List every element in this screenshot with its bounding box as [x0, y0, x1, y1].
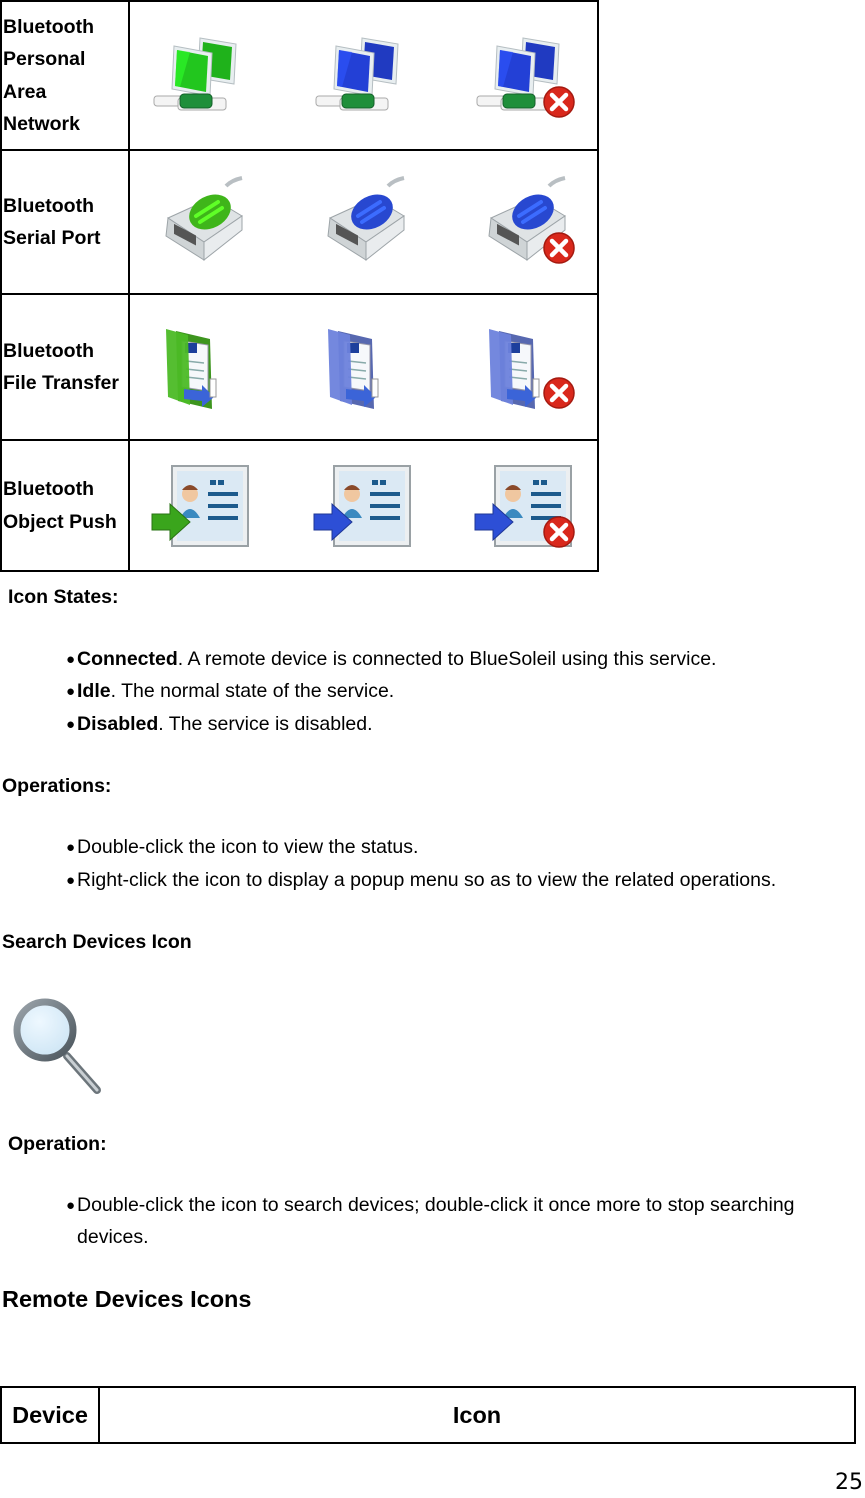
label-line: Bluetooth	[3, 478, 94, 500]
file-transfer-disabled-icon	[471, 317, 581, 417]
bullet-icon: ●	[66, 1197, 76, 1214]
list-item: Right-click the icon to display a popup …	[77, 869, 777, 891]
list-item: Disabled. The service is disabled.	[77, 708, 373, 740]
pan-disabled-icon	[471, 26, 581, 126]
file-transfer-connected-icon	[148, 317, 258, 417]
page-number: 25	[835, 1470, 863, 1495]
list-item: Double-click the icon to search devices;…	[77, 1189, 795, 1253]
pan-connected-icon	[148, 26, 258, 126]
service-label: Bluetooth Object Push	[0, 439, 130, 572]
list-item-line: devices.	[77, 1226, 149, 1248]
service-label: Bluetooth File Transfer	[0, 293, 130, 441]
list-item: Double-click the icon to view the status…	[77, 836, 419, 858]
list-item: Connected. A remote device is connected …	[77, 643, 716, 675]
label-line: Network	[3, 113, 80, 135]
label-line: Area	[3, 80, 47, 103]
object-push-idle-icon	[310, 456, 420, 556]
operation-heading: Operation:	[8, 1133, 107, 1155]
icon-states-heading: Icon States:	[8, 586, 119, 608]
service-label: Bluetooth Personal Area Network	[0, 0, 130, 151]
state-desc: . A remote device is connected to BlueSo…	[177, 648, 717, 670]
file-transfer-idle-icon	[310, 317, 420, 417]
service-label: Bluetooth Serial Port	[0, 149, 130, 295]
table-row: Bluetooth File Transfer	[0, 293, 599, 441]
label-line: Personal	[3, 48, 86, 70]
service-icons	[128, 293, 599, 441]
object-push-connected-icon	[148, 456, 258, 556]
label-line: Bluetooth	[3, 339, 94, 362]
operations-heading: Operations:	[2, 775, 112, 797]
column-header-icon: Icon	[98, 1386, 856, 1444]
serial-port-disabled-icon	[471, 172, 581, 272]
table-row: Bluetooth Object Push	[0, 439, 599, 572]
column-header-device: Device	[0, 1386, 100, 1444]
label-line: Serial Port	[3, 227, 101, 249]
serial-port-connected-icon	[148, 172, 258, 272]
label-line: Bluetooth	[3, 15, 94, 38]
object-push-disabled-icon	[471, 456, 581, 556]
service-icons	[128, 0, 599, 151]
label-line: Object Push	[3, 510, 117, 533]
remote-devices-table: Device Icon	[0, 1386, 856, 1444]
state-term: Disabled	[77, 713, 159, 735]
service-icons	[128, 439, 599, 572]
pan-idle-icon	[310, 26, 420, 126]
bullet-icon: ●	[66, 716, 76, 733]
list-item: Idle. The normal state of the service.	[77, 675, 394, 707]
state-term: Connected	[77, 648, 178, 670]
state-desc: . The service is disabled.	[158, 713, 373, 735]
bullet-icon: ●	[66, 872, 76, 889]
service-icons-table: Bluetooth Personal Area Network Bluetoot…	[0, 0, 599, 572]
label-line: Bluetooth	[3, 194, 94, 217]
table-row: Bluetooth Serial Port	[0, 149, 599, 295]
bullet-icon: ●	[66, 651, 76, 668]
service-icons	[128, 149, 599, 295]
label-line: File Transfer	[3, 372, 119, 394]
bullet-icon: ●	[66, 839, 76, 856]
magnifier-icon	[7, 990, 103, 1098]
state-term: Idle	[77, 680, 111, 702]
state-desc: . The normal state of the service.	[110, 680, 395, 702]
serial-port-idle-icon	[310, 172, 420, 272]
table-header-row: Device Icon	[0, 1386, 856, 1444]
bullet-icon: ●	[66, 683, 76, 700]
remote-devices-heading: Remote Devices Icons	[2, 1286, 252, 1312]
table-row: Bluetooth Personal Area Network	[0, 0, 599, 151]
list-item-line: Double-click the icon to search devices;…	[77, 1194, 795, 1216]
search-devices-heading: Search Devices Icon	[2, 931, 192, 953]
